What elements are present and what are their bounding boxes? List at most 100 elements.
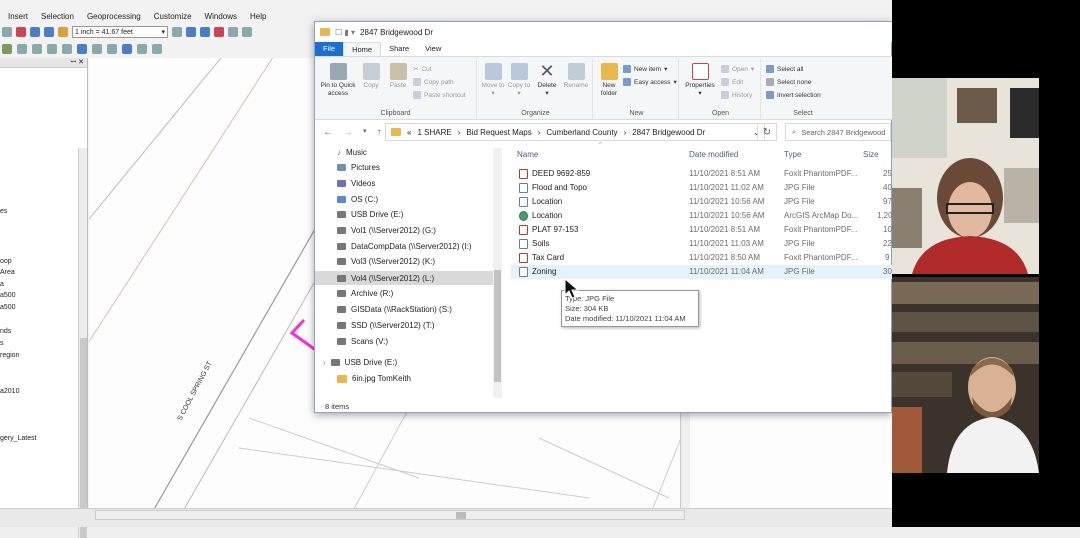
redo-icon[interactable]	[44, 27, 54, 37]
toc-layer[interactable]: gery_Latest	[0, 435, 37, 442]
copy-path-button[interactable]: Copy path	[413, 78, 454, 86]
nav-item-archive[interactable]: Archive (R:)	[337, 289, 393, 298]
nav-item-pictures[interactable]: Pictures	[337, 163, 380, 172]
paste-shortcut-button[interactable]: Paste shortcut	[413, 91, 466, 99]
nav-pane-scrollbar[interactable]	[493, 148, 502, 398]
page-icon[interactable]	[2, 27, 12, 37]
nav-item-datacompdata[interactable]: DataCompData (\\Server2012) (I:)	[337, 242, 472, 251]
layer-icon[interactable]	[2, 44, 12, 54]
column-date-modified[interactable]: Date modified	[689, 150, 738, 159]
column-type[interactable]: Type	[784, 150, 801, 159]
nav-item-vol4[interactable]: Vol4 (\\Server2012) (L:)	[315, 271, 493, 285]
menu-customize[interactable]: Customize	[154, 12, 192, 21]
refresh-button[interactable]: ↻	[757, 123, 777, 141]
nav-item-scans[interactable]: Scans (V:)	[337, 337, 388, 346]
nav-item-vol3[interactable]: Vol3 (\\Server2012) (K:)	[337, 257, 435, 266]
add-data-icon[interactable]	[58, 27, 68, 37]
toc-layer[interactable]: Area	[0, 269, 15, 276]
toolbox-icon[interactable]	[214, 27, 224, 37]
toc-layer[interactable]: a500	[0, 292, 16, 299]
attributes-icon[interactable]	[107, 44, 117, 54]
breadcrumb-separator-icon[interactable]: ›	[458, 128, 461, 137]
toc-layer[interactable]: es	[0, 208, 7, 215]
file-row[interactable]: PLAT 97-153 11/10/2021 8:51 AM Foxit Phant…	[511, 223, 893, 237]
rename-button[interactable]: Rename	[563, 63, 589, 90]
nav-item-6in-jpg[interactable]: 6in.jpg TomKeith	[337, 374, 411, 383]
nav-item-ssd[interactable]: SSD (\\Server2012) (T:)	[337, 321, 435, 330]
address-bar[interactable]: « 1 SHARE › Bid Request Maps › Cumberlan…	[385, 123, 765, 141]
forward-arrow-icon[interactable]: →	[343, 127, 353, 138]
file-row[interactable]: Tax Card 11/10/2021 8:50 AM Foxit PhantomP…	[511, 251, 893, 265]
recent-chevron-icon[interactable]: ▾	[363, 127, 367, 138]
binoculars-icon[interactable]	[62, 44, 72, 54]
toc-layer[interactable]: region	[0, 352, 19, 359]
paste-button[interactable]: Paste	[386, 63, 410, 90]
quick-access-toolbar-icon[interactable]: ☐ ▮ ▾	[335, 28, 355, 37]
tab-file[interactable]: File	[315, 42, 344, 56]
toc-layer[interactable]: a2010	[0, 388, 19, 395]
nav-item-os-c[interactable]: OS (C:)	[337, 195, 378, 204]
map-scale-dropdown[interactable]: 1 inch = 41.67 feet ▾	[72, 26, 168, 38]
breadcrumb-item[interactable]: 1 SHARE	[417, 128, 451, 137]
toc-layer[interactable]: a	[0, 281, 4, 288]
overflow-chevron-icon[interactable]: «	[407, 128, 411, 137]
copy-button[interactable]: Copy	[360, 63, 382, 90]
toc-layer[interactable]: nds	[0, 328, 11, 335]
measure-icon[interactable]	[137, 44, 147, 54]
select-all-button[interactable]: Select all	[766, 65, 803, 73]
identify-icon[interactable]	[77, 44, 87, 54]
delete-icon[interactable]	[16, 27, 26, 37]
search-box[interactable]: ⌕ Search 2847 Bridgewood	[785, 123, 891, 141]
python-icon[interactable]	[228, 27, 238, 37]
select-arrow-icon[interactable]	[17, 44, 27, 54]
undo-icon[interactable]	[30, 27, 40, 37]
editor-icon[interactable]	[172, 27, 182, 37]
expand-chevron-icon[interactable]: ›	[323, 358, 326, 367]
file-row[interactable]: Location 11/10/2021 10:56 AM ArcGIS ArcMap…	[511, 209, 893, 223]
properties-button[interactable]: Properties ▾	[683, 63, 717, 98]
back-arrow-icon[interactable]: ←	[323, 127, 333, 138]
menu-windows[interactable]: Windows	[205, 12, 237, 21]
column-name[interactable]: Name	[517, 150, 538, 159]
easy-access-button[interactable]: Easy access ▾	[623, 78, 677, 86]
invert-selection-button[interactable]: Invert selection	[766, 91, 821, 99]
nav-item-music[interactable]: ♪ Music	[337, 148, 367, 157]
nav-scroll-thumb[interactable]	[494, 270, 501, 382]
file-row[interactable]: Location 11/10/2021 10:56 AM JPG File 97	[511, 195, 893, 209]
new-folder-button[interactable]: New folder	[597, 63, 621, 98]
breadcrumb-separator-icon[interactable]: ›	[624, 128, 627, 137]
edit-tool-icon[interactable]	[32, 44, 42, 54]
file-row[interactable]: Soils 11/10/2021 11:03 AM JPG File 22	[511, 237, 893, 251]
menu-selection[interactable]: Selection	[41, 12, 74, 21]
move-to-button[interactable]: Move to ▾	[481, 63, 505, 98]
delete-button[interactable]: ✕ Delete ▾	[535, 62, 559, 98]
tab-home[interactable]: Home	[343, 42, 382, 56]
tab-share[interactable]: Share	[381, 42, 417, 56]
select-none-button[interactable]: Select none	[766, 78, 811, 86]
nav-item-gisdata[interactable]: GISData (\\RackStation) (S:)	[337, 305, 452, 314]
toc-layer[interactable]: oop	[0, 258, 12, 265]
breadcrumb-item[interactable]: Bid Request Maps	[466, 128, 531, 137]
html-popup-icon[interactable]	[152, 44, 162, 54]
pin-icon[interactable]: ꟷ ✕	[70, 59, 84, 66]
table-icon[interactable]	[186, 27, 196, 37]
pin-quick-access-button[interactable]: Pin to Quick access	[318, 63, 358, 98]
toc-layer[interactable]: s	[0, 340, 4, 347]
catalog-icon[interactable]	[200, 27, 210, 37]
menu-help[interactable]: Help	[250, 12, 266, 21]
breadcrumb-separator-icon[interactable]: ›	[538, 128, 541, 137]
file-row-hovered[interactable]: Zoning 11/10/2021 11:04 AM JPG File 30	[511, 265, 893, 279]
nav-item-vol1[interactable]: Vol1 (\\Server2012) (G:)	[337, 226, 436, 235]
globe-icon[interactable]	[122, 44, 132, 54]
up-arrow-icon[interactable]: ↑	[377, 127, 382, 138]
menu-insert[interactable]: Insert	[8, 12, 28, 21]
sketch-icon[interactable]	[47, 44, 57, 54]
tab-view[interactable]: View	[417, 42, 449, 56]
nav-item-usb-drive[interactable]: › USB Drive (E:)	[323, 358, 397, 367]
map-horizontal-scrollbar[interactable]	[95, 510, 685, 520]
copy-to-button[interactable]: Copy to ▾	[507, 63, 531, 98]
column-size[interactable]: Size	[863, 150, 879, 159]
cut-button[interactable]: ✂ Cut	[413, 65, 432, 74]
map-scroll-thumb[interactable]	[456, 512, 466, 519]
toc-scrollbar[interactable]	[78, 148, 87, 538]
